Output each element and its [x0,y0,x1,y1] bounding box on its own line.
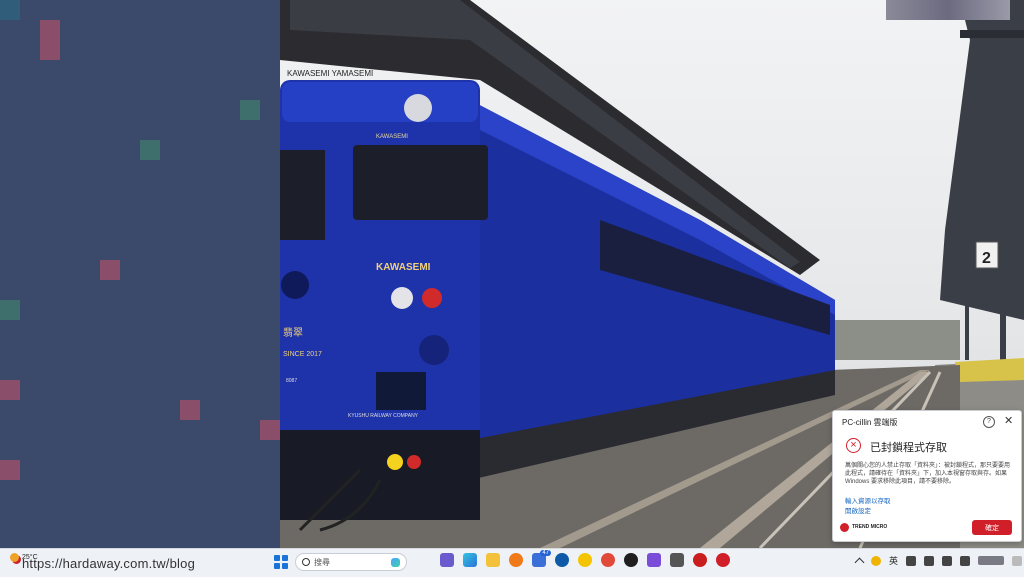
file-explorer-icon[interactable] [486,553,500,567]
blocked-error-icon: × [846,438,861,453]
tray-app-icon[interactable] [871,555,881,566]
train-side-name-text: KAWASEMI [376,134,408,140]
taskbar-search-box[interactable]: 搜尋 [295,553,407,571]
weather-icon [10,553,19,562]
edge-browser-icon[interactable] [463,553,477,567]
search-icon [302,558,310,566]
pc-cillin-dialog: PC-cillin 雲端版 ? ✕ × 已封鎖程式存取 萬個關心您的人禁止存取「… [832,410,1022,542]
dialog-heading: 已封鎖程式存取 [870,442,947,454]
app-icon-7[interactable] [578,553,592,567]
chevron-up-icon[interactable] [854,557,865,567]
open-settings-link[interactable]: 開啟設定 [845,505,871,515]
clock-redacted[interactable] [978,556,1005,565]
dialog-message: 萬個關心您的人禁止存取「資料夾」：被封鎖程式，那只要要用此程式，請確待在「資料夾… [845,463,1011,485]
mail-badge-count: 47 [540,550,551,556]
app-icon-11[interactable] [670,553,684,567]
trend-micro-logo: TREND MICRO [840,523,887,532]
trend-micro-mark-icon [840,523,849,532]
train-header-text: KAWASEMI YAMASEMI [287,69,373,78]
train-number-text: 8087 [286,378,297,384]
notification-bell-icon[interactable] [1012,555,1023,566]
app-icon-10[interactable] [647,553,661,567]
add-access-link[interactable]: 輸入資源以存取 [845,495,891,505]
train-name-text: KAWASEMI [376,262,431,273]
copilot-icon [391,557,400,567]
brand-label: TREND MICRO [852,524,888,530]
input-language-indicator[interactable]: 英 [889,554,898,567]
app-icon-12[interactable] [693,553,707,567]
blog-watermark: https://hardaway.com.tw/blog [22,556,195,571]
app-icon-9[interactable] [624,553,638,567]
chat-app-icon[interactable] [440,553,454,567]
volume-icon[interactable] [942,555,953,566]
network-icon[interactable] [924,555,935,566]
search-placeholder: 搜尋 [314,557,330,567]
app-icon-6[interactable] [555,553,569,567]
platform-number: 2 [982,250,991,267]
windows-start-icon[interactable] [274,555,288,569]
keyboard-icon[interactable] [906,555,917,566]
close-icon[interactable]: ✕ [1004,414,1013,428]
train-kanji-text: 翡翠 [283,326,303,339]
dialog-title: PC-cillin 雲端版 [842,418,898,427]
battery-icon[interactable] [960,555,971,566]
trend-micro-tray-icon[interactable] [716,553,730,567]
train-since-text: SINCE 2017 [283,351,322,358]
app-icon-8[interactable] [601,553,615,567]
mail-app-icon[interactable]: 47 [532,550,551,567]
ok-button[interactable]: 確定 [972,520,1012,535]
blurred-top-region [886,0,1010,20]
firefox-icon[interactable] [509,553,523,567]
train-company-text: KYUSHU RAILWAY COMPANY [348,413,419,419]
pixelated-privacy-mosaic [0,0,280,548]
help-icon[interactable]: ? [983,416,995,428]
